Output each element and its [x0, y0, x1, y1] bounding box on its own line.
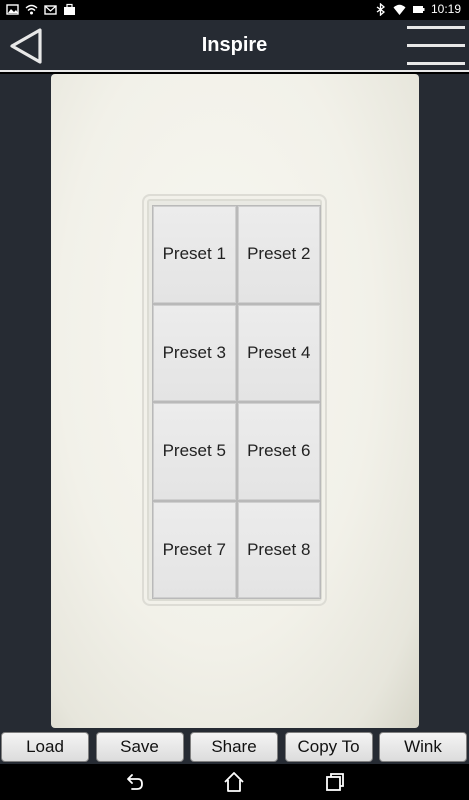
photo-icon: [6, 4, 19, 15]
keypad-frame: Preset 1 Preset 2 Preset 3 Preset 4 Pres…: [142, 194, 327, 606]
load-button[interactable]: Load: [1, 732, 89, 762]
preset-8-button[interactable]: Preset 8: [237, 501, 320, 598]
hamburger-menu-icon: [407, 44, 465, 47]
mail-icon: [44, 5, 57, 15]
wink-button[interactable]: Wink: [379, 732, 467, 762]
preset-1-button[interactable]: Preset 1: [153, 206, 236, 303]
hamburger-menu-icon: [407, 26, 465, 29]
copy-to-button[interactable]: Copy To: [284, 732, 373, 762]
hamburger-menu-icon: [407, 62, 465, 65]
nav-home-icon: [224, 772, 244, 792]
page-title: Inspire: [201, 34, 268, 56]
nav-back-icon: [127, 774, 143, 790]
action-bar: Load Save Share Copy To Wink: [0, 730, 469, 764]
main-area: Preset 1 Preset 2 Preset 3 Preset 4 Pres…: [0, 74, 469, 730]
keypad-grid: Preset 1 Preset 2 Preset 3 Preset 4 Pres…: [152, 205, 321, 599]
nav-bar: [0, 764, 469, 800]
nav-home-button[interactable]: [222, 770, 246, 794]
preset-4-button[interactable]: Preset 4: [237, 304, 320, 401]
notification-icons: [6, 3, 76, 16]
preset-3-button[interactable]: Preset 3: [153, 304, 236, 401]
preset-6-button[interactable]: Preset 6: [237, 403, 320, 500]
briefcase-icon: [64, 3, 75, 15]
preset-5-button[interactable]: Preset 5: [153, 403, 236, 500]
nav-back-button[interactable]: [122, 770, 146, 794]
menu-button[interactable]: [407, 24, 465, 68]
wifi-alert-icon: [25, 4, 38, 15]
title-bar: Inspire: [0, 20, 469, 72]
share-button[interactable]: Share: [190, 732, 278, 762]
preset-7-button[interactable]: Preset 7: [153, 501, 236, 598]
nav-recents-icon: [326, 773, 344, 791]
battery-icon: [412, 5, 425, 13]
wifi-icon: [393, 4, 406, 15]
save-button[interactable]: Save: [95, 732, 184, 762]
nav-recents-button[interactable]: [323, 770, 347, 794]
bluetooth-icon: [376, 2, 386, 16]
status-time: 10:19: [430, 2, 461, 16]
status-bar: 10:19: [0, 0, 469, 20]
preset-2-button[interactable]: Preset 2: [237, 206, 320, 303]
system-icons: 10:19: [374, 2, 461, 16]
